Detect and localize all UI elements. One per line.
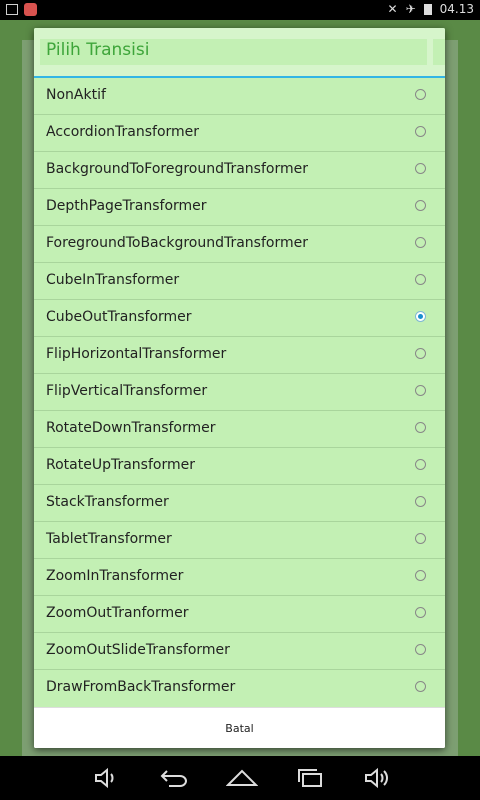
- battery-icon: [423, 3, 432, 15]
- radio-button[interactable]: [415, 200, 426, 211]
- radio-button[interactable]: [415, 459, 426, 470]
- radio-button[interactable]: [415, 163, 426, 174]
- transition-option[interactable]: FlipVerticalTransformer: [34, 374, 445, 411]
- transition-option[interactable]: ForegroundToBackgroundTransformer: [34, 226, 445, 263]
- transition-option-label: RotateUpTransformer: [46, 457, 195, 473]
- transition-option-label: StackTransformer: [46, 494, 169, 510]
- transition-option[interactable]: RotateDownTransformer: [34, 411, 445, 448]
- radio-button[interactable]: [415, 237, 426, 248]
- transition-option[interactable]: ZoomOutTranformer: [34, 596, 445, 633]
- clock: 04.13: [439, 2, 474, 16]
- radio-button[interactable]: [415, 570, 426, 581]
- status-bar: ✕ ✈ 04.13: [0, 0, 480, 20]
- transition-option-label: CubeOutTransformer: [46, 309, 192, 325]
- transition-option-label: RotateDownTransformer: [46, 420, 216, 436]
- radio-button[interactable]: [415, 496, 426, 507]
- transition-option-label: CubeInTransformer: [46, 272, 180, 288]
- transition-option-label: DrawFromBackTransformer: [46, 679, 236, 695]
- back-icon[interactable]: [158, 764, 190, 792]
- transition-option[interactable]: FlipHorizontalTransformer: [34, 337, 445, 374]
- airplane-mode-icon: ✈: [405, 2, 416, 16]
- radio-button[interactable]: [415, 607, 426, 618]
- transition-option-label: AccordionTransformer: [46, 124, 200, 140]
- radio-button[interactable]: [415, 348, 426, 359]
- notification-app-icon: [24, 3, 37, 16]
- transition-option-label: ZoomInTransformer: [46, 568, 184, 584]
- transition-option[interactable]: DepthPageTransformer: [34, 189, 445, 226]
- transition-picker-dialog: Pilih Transisi NonAktif AccordionTransfor…: [34, 28, 445, 748]
- transition-option[interactable]: ZoomInTransformer: [34, 559, 445, 596]
- transition-option[interactable]: CubeInTransformer: [34, 263, 445, 300]
- transition-option-label: DepthPageTransformer: [46, 198, 207, 214]
- cancel-button[interactable]: Batal: [34, 708, 445, 748]
- volume-down-icon[interactable]: [90, 764, 122, 792]
- transition-option[interactable]: TabletTransformer: [34, 522, 445, 559]
- recent-apps-icon[interactable]: [294, 764, 326, 792]
- dialog-footer: Batal: [34, 707, 445, 748]
- transition-option-label: ForegroundToBackgroundTransformer: [46, 235, 308, 251]
- transition-option-label: FlipVerticalTransformer: [46, 383, 208, 399]
- radio-button[interactable]: [415, 311, 426, 322]
- navigation-bar: [0, 756, 480, 800]
- transition-option[interactable]: NonAktif: [34, 78, 445, 115]
- radio-button[interactable]: [415, 274, 426, 285]
- dialog-title: Pilih Transisi: [46, 40, 150, 60]
- transition-option[interactable]: ZoomOutSlideTransformer: [34, 633, 445, 670]
- radio-button[interactable]: [415, 681, 426, 692]
- transition-option-label: BackgroundToForegroundTransformer: [46, 161, 308, 177]
- transition-option[interactable]: StackTransformer: [34, 485, 445, 522]
- transition-option[interactable]: RotateUpTransformer: [34, 448, 445, 485]
- transition-option-label: ZoomOutTranformer: [46, 605, 189, 621]
- image-icon: [6, 4, 18, 15]
- transition-option[interactable]: CubeOutTransformer: [34, 300, 445, 337]
- radio-button[interactable]: [415, 89, 426, 100]
- radio-button[interactable]: [415, 385, 426, 396]
- radio-button[interactable]: [415, 644, 426, 655]
- transition-option[interactable]: BackgroundToForegroundTransformer: [34, 152, 445, 189]
- mute-icon: ✕: [387, 2, 398, 16]
- radio-button[interactable]: [415, 126, 426, 137]
- transition-option-label: ZoomOutSlideTransformer: [46, 642, 230, 658]
- volume-up-icon[interactable]: [362, 764, 394, 792]
- transition-option[interactable]: AccordionTransformer: [34, 115, 445, 152]
- transition-option-list: NonAktif AccordionTransformer BackgroundTo…: [34, 78, 445, 706]
- dialog-title-bar: Pilih Transisi: [34, 28, 445, 78]
- transition-option-label: TabletTransformer: [46, 531, 172, 547]
- radio-button[interactable]: [415, 422, 426, 433]
- radio-button[interactable]: [415, 533, 426, 544]
- transition-option[interactable]: DrawFromBackTransformer: [34, 670, 445, 706]
- transition-option-label: NonAktif: [46, 87, 106, 103]
- home-icon[interactable]: [226, 764, 258, 792]
- transition-option-label: FlipHorizontalTransformer: [46, 346, 227, 362]
